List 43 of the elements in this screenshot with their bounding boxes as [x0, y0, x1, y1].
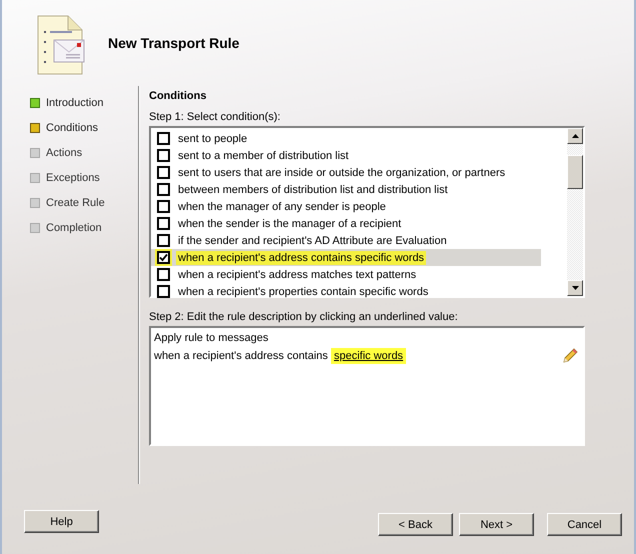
- condition-item[interactable]: between members of distribution list and distribution list: [151, 181, 541, 198]
- checkbox[interactable]: [157, 268, 170, 281]
- window-title: New Transport Rule: [108, 35, 240, 51]
- checkbox[interactable]: [157, 251, 170, 264]
- step-label[interactable]: Exceptions: [46, 172, 100, 184]
- condition-item[interactable]: if the sender and recipient's AD Attribute are Evaluation: [151, 232, 541, 249]
- condition-item[interactable]: when a recipient's address contains specific words: [151, 249, 541, 266]
- down-arrow-icon: [572, 286, 578, 290]
- checkbox[interactable]: [157, 217, 170, 230]
- scrollbar[interactable]: [567, 128, 583, 296]
- step-label[interactable]: Completion: [46, 222, 102, 234]
- step-label[interactable]: Actions: [46, 147, 82, 159]
- cancel-button[interactable]: Cancel: [547, 513, 622, 536]
- step-label[interactable]: Create Rule: [46, 197, 105, 209]
- condition-item[interactable]: when a recipient's address matches text patterns: [151, 266, 541, 283]
- step-label[interactable]: Conditions: [46, 122, 98, 134]
- checkbox[interactable]: [157, 149, 170, 162]
- condition-item[interactable]: when the sender is the manager of a recipient: [151, 215, 541, 232]
- scrollbar-thumb[interactable]: [567, 155, 583, 189]
- checkbox[interactable]: [157, 132, 170, 145]
- condition-item[interactable]: when the manager of any sender is people: [151, 198, 541, 215]
- value-link[interactable]: specific words: [330, 348, 406, 364]
- up-arrow-icon: [572, 134, 578, 138]
- pencil-icon[interactable]: [562, 348, 578, 364]
- section-title: Conditions: [149, 90, 208, 102]
- rule-description-text: Apply rule to messages: [154, 332, 268, 344]
- next-button[interactable]: Next >: [459, 513, 534, 536]
- condition-item[interactable]: sent to a member of distribution list: [151, 147, 541, 164]
- checkbox[interactable]: [157, 285, 170, 298]
- step-label[interactable]: Introduction: [46, 97, 104, 109]
- step-label: Step 2: Edit the rule description by clicking an underlined value:: [149, 311, 459, 323]
- condition-item[interactable]: sent to users that are inside or outside the organization, or partners: [151, 164, 541, 181]
- rule-description-text: when a recipient's address contains specific words: [154, 350, 406, 362]
- document-envelope-icon: [36, 14, 86, 76]
- condition-item[interactable]: when a recipient's properties contain specific words: [151, 283, 541, 300]
- help-button[interactable]: Help: [24, 510, 99, 533]
- checkbox[interactable]: [157, 200, 170, 213]
- checkbox[interactable]: [157, 234, 170, 247]
- condition-item[interactable]: sent to people: [151, 130, 541, 147]
- step-label: Step 1: Select condition(s):: [149, 111, 282, 123]
- back-button[interactable]: < Back: [378, 513, 453, 536]
- checkbox[interactable]: [157, 166, 170, 179]
- checkbox[interactable]: [157, 183, 170, 196]
